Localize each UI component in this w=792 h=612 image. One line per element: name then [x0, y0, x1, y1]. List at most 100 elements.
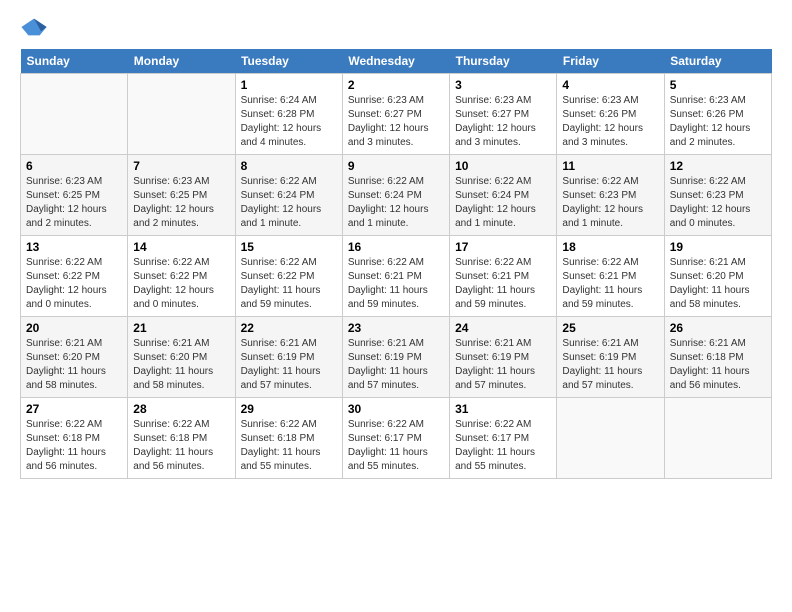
calendar-cell: 29Sunrise: 6:22 AM Sunset: 6:18 PM Dayli…	[235, 398, 342, 479]
day-info: Sunrise: 6:22 AM Sunset: 6:21 PM Dayligh…	[562, 256, 658, 312]
calendar-cell: 15 Sunrise: 6:22 AM Sunset: 6:22 PM Dayli…	[235, 236, 342, 317]
day-number: 14	[133, 240, 229, 254]
day-info: Sunrise: 6:21 AM Sunset: 6:20 PM Dayligh…	[670, 256, 766, 312]
calendar-cell: 23 Sunrise: 6:21 AM Sunset: 6:19 PM Dayli…	[342, 317, 449, 398]
week-row-3: 13Sunrise: 6:22 AM Sunset: 6:22 PM Dayli…	[21, 236, 772, 317]
calendar-cell: 14 Sunrise: 6:22 AM Sunset: 6:22 PM Dayli…	[128, 236, 235, 317]
logo	[20, 16, 52, 37]
day-info: Sunrise: 6:21 AM Sunset: 6:20 PM Dayligh…	[133, 337, 229, 393]
day-info: Sunrise: 6:22 AM Sunset: 6:21 PM Dayligh…	[348, 256, 444, 312]
day-info: Sunrise: 6:22 AM Sunset: 6:18 PM Dayligh…	[241, 418, 337, 474]
day-number: 24	[455, 321, 551, 335]
day-info: Sunrise: 6:22 AM Sunset: 6:18 PM Dayligh…	[26, 418, 122, 474]
day-number: 1	[241, 78, 337, 92]
page: SundayMondayTuesdayWednesdayThursdayFrid…	[0, 0, 792, 499]
day-info: Sunrise: 6:22 AM Sunset: 6:24 PM Dayligh…	[241, 175, 337, 231]
calendar-cell: 21Sunrise: 6:21 AM Sunset: 6:20 PM Dayli…	[128, 317, 235, 398]
calendar-cell: 11 Sunrise: 6:22 AM Sunset: 6:23 PM Dayli…	[557, 155, 664, 236]
calendar-cell: 27 Sunrise: 6:22 AM Sunset: 6:18 PM Dayli…	[21, 398, 128, 479]
calendar-cell: 19 Sunrise: 6:21 AM Sunset: 6:20 PM Dayli…	[664, 236, 771, 317]
day-info: Sunrise: 6:22 AM Sunset: 6:17 PM Dayligh…	[348, 418, 444, 474]
calendar-cell: 31 Sunrise: 6:22 AM Sunset: 6:17 PM Dayli…	[450, 398, 557, 479]
day-number: 23	[348, 321, 444, 335]
day-number: 8	[241, 159, 337, 173]
calendar-cell: 12 Sunrise: 6:22 AM Sunset: 6:23 PM Dayli…	[664, 155, 771, 236]
calendar-cell: 28 Sunrise: 6:22 AM Sunset: 6:18 PM Dayli…	[128, 398, 235, 479]
day-number: 18	[562, 240, 658, 254]
day-info: Sunrise: 6:22 AM Sunset: 6:23 PM Dayligh…	[562, 175, 658, 231]
day-number: 22	[241, 321, 337, 335]
day-number: 12	[670, 159, 766, 173]
day-info: Sunrise: 6:21 AM Sunset: 6:20 PM Dayligh…	[26, 337, 122, 393]
day-info: Sunrise: 6:22 AM Sunset: 6:22 PM Dayligh…	[241, 256, 337, 312]
day-number: 25	[562, 321, 658, 335]
weekday-header-monday: Monday	[128, 49, 235, 74]
calendar-cell: 24 Sunrise: 6:21 AM Sunset: 6:19 PM Dayli…	[450, 317, 557, 398]
day-info: Sunrise: 6:22 AM Sunset: 6:23 PM Dayligh…	[670, 175, 766, 231]
day-info: Sunrise: 6:22 AM Sunset: 6:24 PM Dayligh…	[348, 175, 444, 231]
day-number: 16	[348, 240, 444, 254]
calendar-cell: 30Sunrise: 6:22 AM Sunset: 6:17 PM Dayli…	[342, 398, 449, 479]
calendar-cell: 1 Sunrise: 6:24 AM Sunset: 6:28 PM Daylig…	[235, 74, 342, 155]
day-info: Sunrise: 6:23 AM Sunset: 6:25 PM Dayligh…	[26, 175, 122, 231]
calendar-cell: 18 Sunrise: 6:22 AM Sunset: 6:21 PM Dayli…	[557, 236, 664, 317]
day-info: Sunrise: 6:21 AM Sunset: 6:19 PM Dayligh…	[562, 337, 658, 393]
calendar-cell	[128, 74, 235, 155]
day-number: 17	[455, 240, 551, 254]
day-number: 4	[562, 78, 658, 92]
weekday-header-sunday: Sunday	[21, 49, 128, 74]
day-info: Sunrise: 6:23 AM Sunset: 6:27 PM Dayligh…	[348, 94, 444, 150]
calendar-cell: 26Sunrise: 6:21 AM Sunset: 6:18 PM Dayli…	[664, 317, 771, 398]
weekday-header-friday: Friday	[557, 49, 664, 74]
day-info: Sunrise: 6:23 AM Sunset: 6:27 PM Dayligh…	[455, 94, 551, 150]
day-number: 6	[26, 159, 122, 173]
calendar-cell: 16 Sunrise: 6:22 AM Sunset: 6:21 PM Dayli…	[342, 236, 449, 317]
calendar-cell	[664, 398, 771, 479]
week-row-1: 1 Sunrise: 6:24 AM Sunset: 6:28 PM Daylig…	[21, 74, 772, 155]
calendar-cell	[21, 74, 128, 155]
day-info: Sunrise: 6:21 AM Sunset: 6:18 PM Dayligh…	[670, 337, 766, 393]
calendar-cell: 10Sunrise: 6:22 AM Sunset: 6:24 PM Dayli…	[450, 155, 557, 236]
day-info: Sunrise: 6:22 AM Sunset: 6:18 PM Dayligh…	[133, 418, 229, 474]
calendar-cell: 4 Sunrise: 6:23 AM Sunset: 6:26 PM Daylig…	[557, 74, 664, 155]
calendar-cell: 13Sunrise: 6:22 AM Sunset: 6:22 PM Dayli…	[21, 236, 128, 317]
calendar-cell: 9 Sunrise: 6:22 AM Sunset: 6:24 PM Daylig…	[342, 155, 449, 236]
day-info: Sunrise: 6:21 AM Sunset: 6:19 PM Dayligh…	[348, 337, 444, 393]
weekday-header-saturday: Saturday	[664, 49, 771, 74]
day-number: 3	[455, 78, 551, 92]
day-info: Sunrise: 6:22 AM Sunset: 6:22 PM Dayligh…	[133, 256, 229, 312]
calendar-cell: 8 Sunrise: 6:22 AM Sunset: 6:24 PM Daylig…	[235, 155, 342, 236]
day-number: 9	[348, 159, 444, 173]
calendar-cell: 25 Sunrise: 6:21 AM Sunset: 6:19 PM Dayli…	[557, 317, 664, 398]
calendar-cell: 17 Sunrise: 6:22 AM Sunset: 6:21 PM Dayli…	[450, 236, 557, 317]
week-row-4: 20 Sunrise: 6:21 AM Sunset: 6:20 PM Dayli…	[21, 317, 772, 398]
calendar: SundayMondayTuesdayWednesdayThursdayFrid…	[20, 49, 772, 479]
day-info: Sunrise: 6:23 AM Sunset: 6:26 PM Dayligh…	[670, 94, 766, 150]
day-number: 28	[133, 402, 229, 416]
day-number: 31	[455, 402, 551, 416]
day-number: 20	[26, 321, 122, 335]
day-number: 11	[562, 159, 658, 173]
calendar-cell	[557, 398, 664, 479]
day-number: 19	[670, 240, 766, 254]
calendar-cell: 6 Sunrise: 6:23 AM Sunset: 6:25 PM Daylig…	[21, 155, 128, 236]
day-info: Sunrise: 6:21 AM Sunset: 6:19 PM Dayligh…	[241, 337, 337, 393]
calendar-cell: 7 Sunrise: 6:23 AM Sunset: 6:25 PM Daylig…	[128, 155, 235, 236]
day-info: Sunrise: 6:24 AM Sunset: 6:28 PM Dayligh…	[241, 94, 337, 150]
calendar-cell: 22 Sunrise: 6:21 AM Sunset: 6:19 PM Dayli…	[235, 317, 342, 398]
weekday-header-wednesday: Wednesday	[342, 49, 449, 74]
day-info: Sunrise: 6:21 AM Sunset: 6:19 PM Dayligh…	[455, 337, 551, 393]
day-number: 7	[133, 159, 229, 173]
header	[20, 16, 772, 37]
week-row-2: 6 Sunrise: 6:23 AM Sunset: 6:25 PM Daylig…	[21, 155, 772, 236]
day-info: Sunrise: 6:22 AM Sunset: 6:24 PM Dayligh…	[455, 175, 551, 231]
day-number: 27	[26, 402, 122, 416]
day-number: 5	[670, 78, 766, 92]
day-info: Sunrise: 6:23 AM Sunset: 6:25 PM Dayligh…	[133, 175, 229, 231]
day-info: Sunrise: 6:22 AM Sunset: 6:21 PM Dayligh…	[455, 256, 551, 312]
weekday-header-row: SundayMondayTuesdayWednesdayThursdayFrid…	[21, 49, 772, 74]
day-info: Sunrise: 6:22 AM Sunset: 6:17 PM Dayligh…	[455, 418, 551, 474]
calendar-cell: 20 Sunrise: 6:21 AM Sunset: 6:20 PM Dayli…	[21, 317, 128, 398]
day-info: Sunrise: 6:23 AM Sunset: 6:26 PM Dayligh…	[562, 94, 658, 150]
day-number: 15	[241, 240, 337, 254]
